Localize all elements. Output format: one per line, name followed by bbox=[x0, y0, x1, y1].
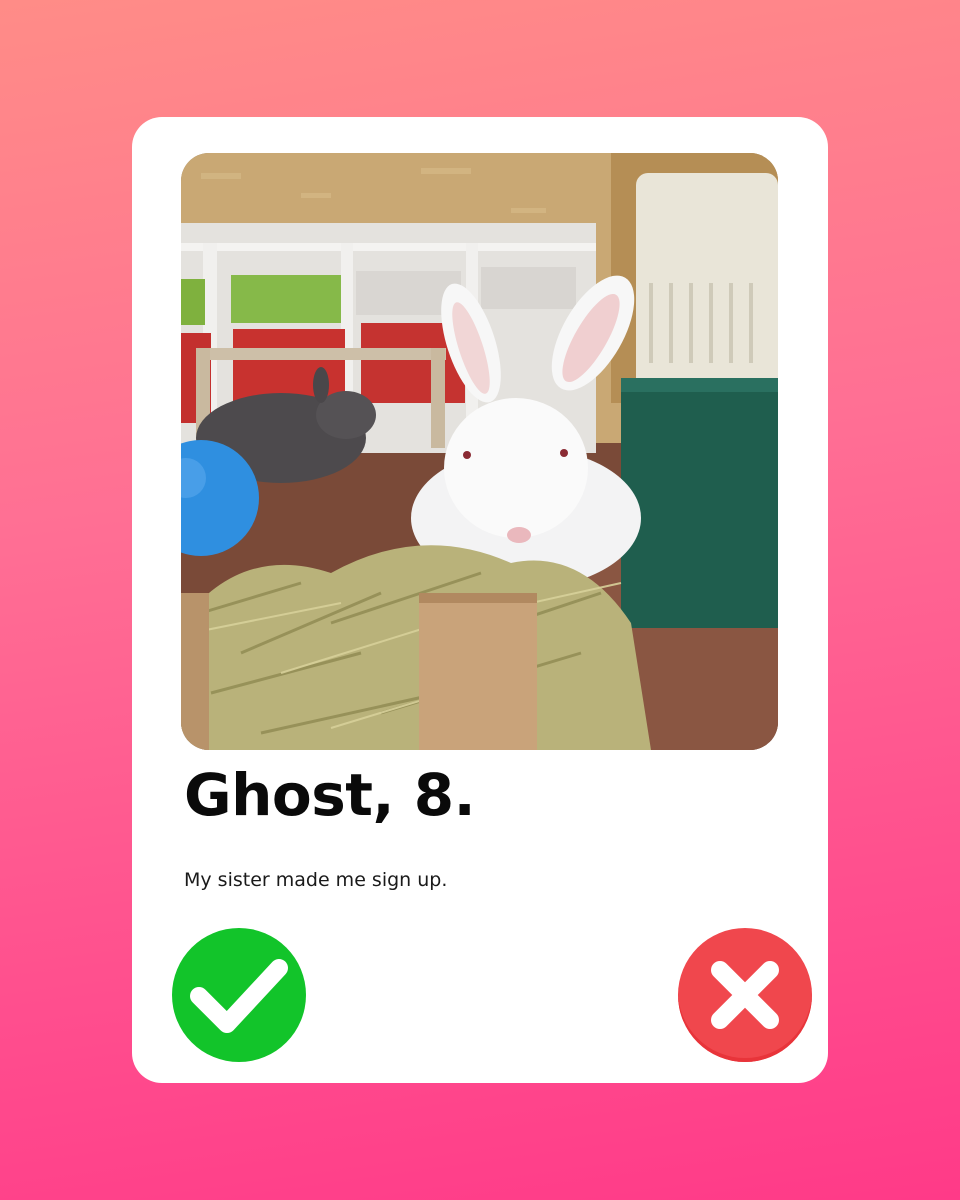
like-button[interactable] bbox=[172, 928, 306, 1062]
rabbit-photo-illustration bbox=[181, 153, 778, 750]
close-icon bbox=[711, 961, 779, 1029]
profile-bio: My sister made me sign up. bbox=[184, 869, 448, 891]
profile-card: Ghost, 8. My sister made me sign up. bbox=[132, 117, 828, 1083]
profile-name-age: Ghost, 8. bbox=[184, 761, 476, 829]
checkmark-icon bbox=[190, 959, 288, 1033]
dislike-button[interactable] bbox=[678, 928, 812, 1062]
profile-photo bbox=[181, 153, 778, 750]
